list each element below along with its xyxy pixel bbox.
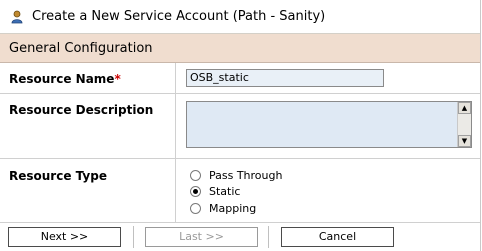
resource-name-row: Resource Name* OSB_static [0,63,480,94]
section-header: General Configuration [0,34,480,63]
radio-mapping-button[interactable] [190,203,201,214]
resource-name-label: Resource Name* [9,72,121,86]
resource-description-label: Resource Description [9,103,154,117]
title-bar: Create a New Service Account (Path - San… [0,0,480,34]
cancel-button[interactable]: Cancel [281,227,394,247]
radio-pass-through-label: Pass Through [209,169,283,182]
dialog-frame: Create a New Service Account (Path - San… [0,0,481,251]
scroll-up-icon[interactable]: ▲ [458,102,471,114]
button-separator [133,226,134,248]
resource-name-label-cell: Resource Name* [0,63,176,93]
radio-static-label: Static [209,185,241,198]
description-scrollbar[interactable]: ▲ ▼ [457,102,471,147]
resource-description-row: Resource Description ▲ ▼ [0,94,480,159]
radio-mapping-label: Mapping [209,202,257,215]
radio-pass-through-button[interactable] [190,170,201,181]
button-separator [268,226,269,248]
user-icon [10,9,24,24]
resource-type-label-cell: Resource Type [0,159,176,222]
resource-type-label: Resource Type [9,169,107,183]
resource-name-input[interactable]: OSB_static [186,69,384,87]
resource-name-label-text: Resource Name [9,72,115,86]
last-button[interactable]: Last >> [145,227,258,247]
resource-description-textarea[interactable]: ▲ ▼ [186,101,472,148]
section-title: General Configuration [9,41,153,56]
page-title: Create a New Service Account (Path - San… [32,9,326,24]
resource-type-row: Resource Type Pass Through Static Mappin… [0,159,480,223]
required-marker: * [114,72,121,86]
next-button[interactable]: Next >> [8,227,121,247]
scroll-down-icon[interactable]: ▼ [458,135,471,147]
radio-static-button[interactable] [190,186,201,197]
resource-description-label-cell: Resource Description [0,94,176,158]
